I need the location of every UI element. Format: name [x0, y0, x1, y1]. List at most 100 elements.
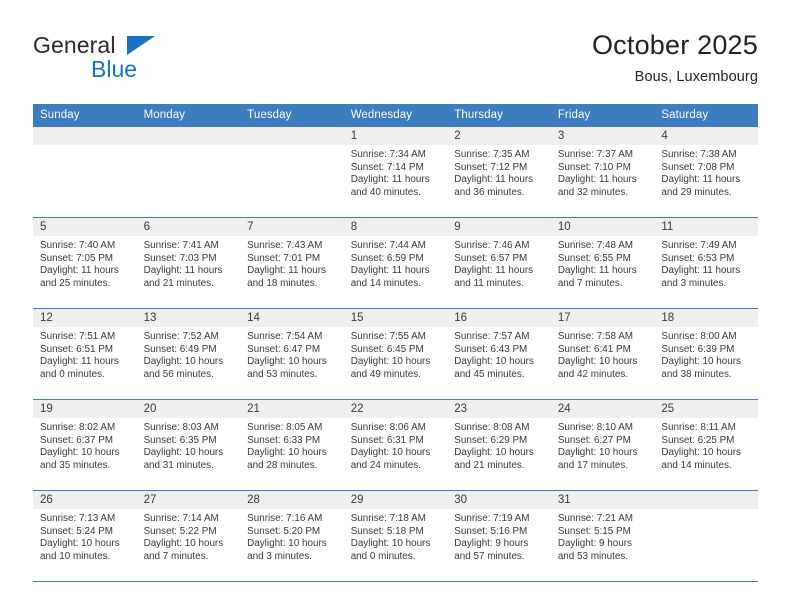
day-cell: 17 Sunrise: 7:58 AM Sunset: 6:41 PM Dayligh… [550, 309, 655, 399]
daylight-duration-line1: Daylight: 9 hours [454, 538, 529, 550]
sunrise-time: Sunrise: 8:08 AM [454, 422, 530, 433]
day-number: 9 [447, 218, 551, 236]
sunset-time: Sunset: 6:37 PM [40, 434, 114, 446]
calendar-cell-empty [33, 127, 137, 218]
daylight-duration-line1: Daylight: 10 hours [661, 447, 741, 459]
day-cell: 29 Sunrise: 7:18 AM Sunset: 5:18 PM Dayligh… [343, 491, 448, 581]
calendar-cell[interactable]: 10 Sunrise: 7:48 AM Sunset: 6:55 PM Dayligh… [550, 217, 655, 309]
calendar-cell[interactable]: 12 Sunrise: 7:51 AM Sunset: 6:51 PM Dayligh… [33, 308, 137, 400]
day-cell [240, 127, 344, 217]
daylight-duration-line1: Daylight: 10 hours [557, 356, 638, 368]
sunset-time: Sunset: 6:49 PM [143, 343, 217, 355]
day-cell: 28 Sunrise: 7:16 AM Sunset: 5:20 PM Dayligh… [240, 491, 344, 581]
calendar-week-row: 1 Sunrise: 7:34 AM Sunset: 7:14 PM Daylight… [33, 127, 758, 218]
day-number: 8 [343, 218, 448, 236]
day-number: 31 [550, 491, 655, 509]
daylight-duration-line2: and 10 minutes. [40, 550, 111, 562]
calendar-cell[interactable]: 14 Sunrise: 7:54 AM Sunset: 6:47 PM Dayligh… [240, 308, 344, 400]
daylight-duration-line2: and 42 minutes. [557, 368, 629, 380]
sunrise-time: Sunrise: 8:03 AM [143, 422, 219, 433]
sunrise-time: Sunrise: 8:10 AM [557, 422, 634, 433]
calendar-table: Sunday Monday Tuesday Wednesday Thursday… [33, 104, 758, 582]
calendar-cell[interactable]: 29 Sunrise: 7:18 AM Sunset: 5:18 PM Dayligh… [343, 490, 448, 582]
day-details: Sunrise: 8:00 AM Sunset: 6:39 PM Daylight:… [654, 327, 758, 381]
day-details: Sunrise: 8:06 AM Sunset: 6:31 PM Daylight:… [344, 418, 448, 472]
day-details: Sunrise: 7:49 AM Sunset: 6:53 PM Daylight:… [654, 236, 758, 290]
day-number: 7 [240, 218, 344, 236]
calendar-week-row: 12 Sunrise: 7:51 AM Sunset: 6:51 PM Dayligh… [33, 308, 758, 400]
brand-name-blue: Blue [91, 56, 138, 82]
title-block: October 2025 Bous, Luxembourg [592, 28, 758, 88]
day-number: 2 [447, 127, 551, 145]
calendar-cell[interactable]: 20 Sunrise: 8:03 AM Sunset: 6:35 PM Dayligh… [136, 399, 241, 491]
calendar-cell[interactable]: 7 Sunrise: 7:43 AM Sunset: 7:01 PM Daylight… [240, 217, 344, 309]
calendar-cell[interactable]: 2 Sunrise: 7:35 AM Sunset: 7:12 PM Daylight… [447, 127, 551, 218]
sunrise-time: Sunrise: 7:35 AM [454, 149, 530, 160]
sunrise-time: Sunrise: 7:18 AM [350, 513, 426, 524]
day-number: 6 [136, 218, 241, 236]
daylight-duration-line1: Daylight: 10 hours [247, 356, 327, 368]
sunset-time: Sunset: 5:15 PM [557, 525, 631, 537]
sunrise-time: Sunrise: 8:11 AM [661, 422, 736, 433]
daylight-duration-line1: Daylight: 10 hours [143, 356, 224, 368]
brand-logo[interactable]: General Blue [33, 32, 233, 90]
daylight-duration-line1: Daylight: 10 hours [350, 356, 431, 368]
sunset-time: Sunset: 7:05 PM [40, 252, 114, 264]
calendar-cell[interactable]: 1 Sunrise: 7:34 AM Sunset: 7:14 PM Daylight… [343, 127, 448, 218]
calendar-cell[interactable]: 6 Sunrise: 7:41 AM Sunset: 7:03 PM Daylight… [136, 217, 241, 309]
calendar-cell-empty [136, 127, 241, 218]
daylight-duration-line2: and 40 minutes. [350, 186, 421, 198]
calendar-cell[interactable]: 19 Sunrise: 8:02 AM Sunset: 6:37 PM Dayligh… [33, 399, 137, 491]
daylight-duration-line1: Daylight: 11 hours [350, 265, 430, 277]
weekday-header-wednesday: Wednesday [343, 104, 448, 127]
sunset-time: Sunset: 5:24 PM [40, 525, 114, 537]
day-details: Sunrise: 8:03 AM Sunset: 6:35 PM Daylight:… [137, 418, 241, 472]
calendar-cell[interactable]: 24 Sunrise: 8:10 AM Sunset: 6:27 PM Dayligh… [550, 399, 655, 491]
sunrise-time: Sunrise: 7:38 AM [661, 149, 737, 160]
daylight-duration-line2: and 7 minutes. [143, 550, 209, 562]
calendar-cell[interactable]: 9 Sunrise: 7:46 AM Sunset: 6:57 PM Daylight… [447, 217, 551, 309]
calendar-cell[interactable]: 27 Sunrise: 7:14 AM Sunset: 5:22 PM Dayligh… [136, 490, 241, 582]
calendar-cell[interactable]: 28 Sunrise: 7:16 AM Sunset: 5:20 PM Dayligh… [240, 490, 344, 582]
calendar-cell[interactable]: 17 Sunrise: 7:58 AM Sunset: 6:41 PM Dayligh… [550, 308, 655, 400]
calendar-cell[interactable]: 8 Sunrise: 7:44 AM Sunset: 6:59 PM Daylight… [343, 217, 448, 309]
day-number: 14 [240, 309, 344, 327]
daylight-duration-line2: and 53 minutes. [247, 368, 318, 380]
calendar-cell[interactable]: 11 Sunrise: 7:49 AM Sunset: 6:53 PM Dayligh… [654, 217, 758, 309]
daylight-duration-line1: Daylight: 11 hours [661, 174, 741, 186]
day-cell: 24 Sunrise: 8:10 AM Sunset: 6:27 PM Dayligh… [550, 400, 655, 490]
day-cell: 10 Sunrise: 7:48 AM Sunset: 6:55 PM Dayligh… [550, 218, 655, 308]
calendar-cell[interactable]: 31 Sunrise: 7:21 AM Sunset: 5:15 PM Dayligh… [550, 490, 655, 582]
day-details: Sunrise: 7:48 AM Sunset: 6:55 PM Daylight:… [551, 236, 655, 290]
page-header: General Blue October 2025 Bous, Luxembou… [33, 28, 758, 96]
sunrise-time: Sunrise: 7:13 AM [40, 513, 116, 524]
calendar-week-row: 26 Sunrise: 7:13 AM Sunset: 5:24 PM Dayligh… [33, 490, 758, 582]
calendar-cell[interactable]: 30 Sunrise: 7:19 AM Sunset: 5:16 PM Dayligh… [447, 490, 551, 582]
sunrise-time: Sunrise: 7:34 AM [350, 149, 426, 160]
day-number: 23 [447, 400, 551, 418]
daylight-duration-line2: and 53 minutes. [557, 550, 629, 562]
day-number: 1 [343, 127, 448, 145]
weekday-header-thursday: Thursday [447, 104, 551, 127]
daylight-duration-line2: and 49 minutes. [350, 368, 421, 380]
day-cell: 12 Sunrise: 7:51 AM Sunset: 6:51 PM Dayligh… [33, 309, 137, 399]
calendar-cell[interactable]: 3 Sunrise: 7:37 AM Sunset: 7:10 PM Daylight… [550, 127, 655, 218]
day-cell: 3 Sunrise: 7:37 AM Sunset: 7:10 PM Daylight… [550, 127, 655, 217]
calendar-cell[interactable]: 5 Sunrise: 7:40 AM Sunset: 7:05 PM Daylight… [33, 217, 137, 309]
triangle-icon [127, 36, 155, 55]
calendar-cell[interactable]: 4 Sunrise: 7:38 AM Sunset: 7:08 PM Daylight… [654, 127, 758, 218]
day-cell: 23 Sunrise: 8:08 AM Sunset: 6:29 PM Dayligh… [447, 400, 551, 490]
calendar-cell[interactable]: 23 Sunrise: 8:08 AM Sunset: 6:29 PM Dayligh… [447, 399, 551, 491]
calendar-cell[interactable]: 21 Sunrise: 8:05 AM Sunset: 6:33 PM Dayligh… [240, 399, 344, 491]
day-cell [33, 127, 137, 217]
calendar-cell[interactable]: 15 Sunrise: 7:55 AM Sunset: 6:45 PM Dayligh… [343, 308, 448, 400]
weekday-header-friday: Friday [550, 104, 655, 127]
calendar-cell[interactable]: 26 Sunrise: 7:13 AM Sunset: 5:24 PM Dayligh… [33, 490, 137, 582]
calendar-cell[interactable]: 16 Sunrise: 7:57 AM Sunset: 6:43 PM Dayligh… [447, 308, 551, 400]
day-cell: 18 Sunrise: 8:00 AM Sunset: 6:39 PM Dayligh… [654, 309, 758, 399]
calendar-cell[interactable]: 13 Sunrise: 7:52 AM Sunset: 6:49 PM Dayligh… [136, 308, 241, 400]
calendar-cell[interactable]: 22 Sunrise: 8:06 AM Sunset: 6:31 PM Dayligh… [343, 399, 448, 491]
daylight-duration-line2: and 3 minutes. [661, 277, 727, 289]
calendar-cell[interactable]: 18 Sunrise: 8:00 AM Sunset: 6:39 PM Dayligh… [654, 308, 758, 400]
calendar-cell[interactable]: 25 Sunrise: 8:11 AM Sunset: 6:25 PM Dayligh… [654, 399, 758, 491]
